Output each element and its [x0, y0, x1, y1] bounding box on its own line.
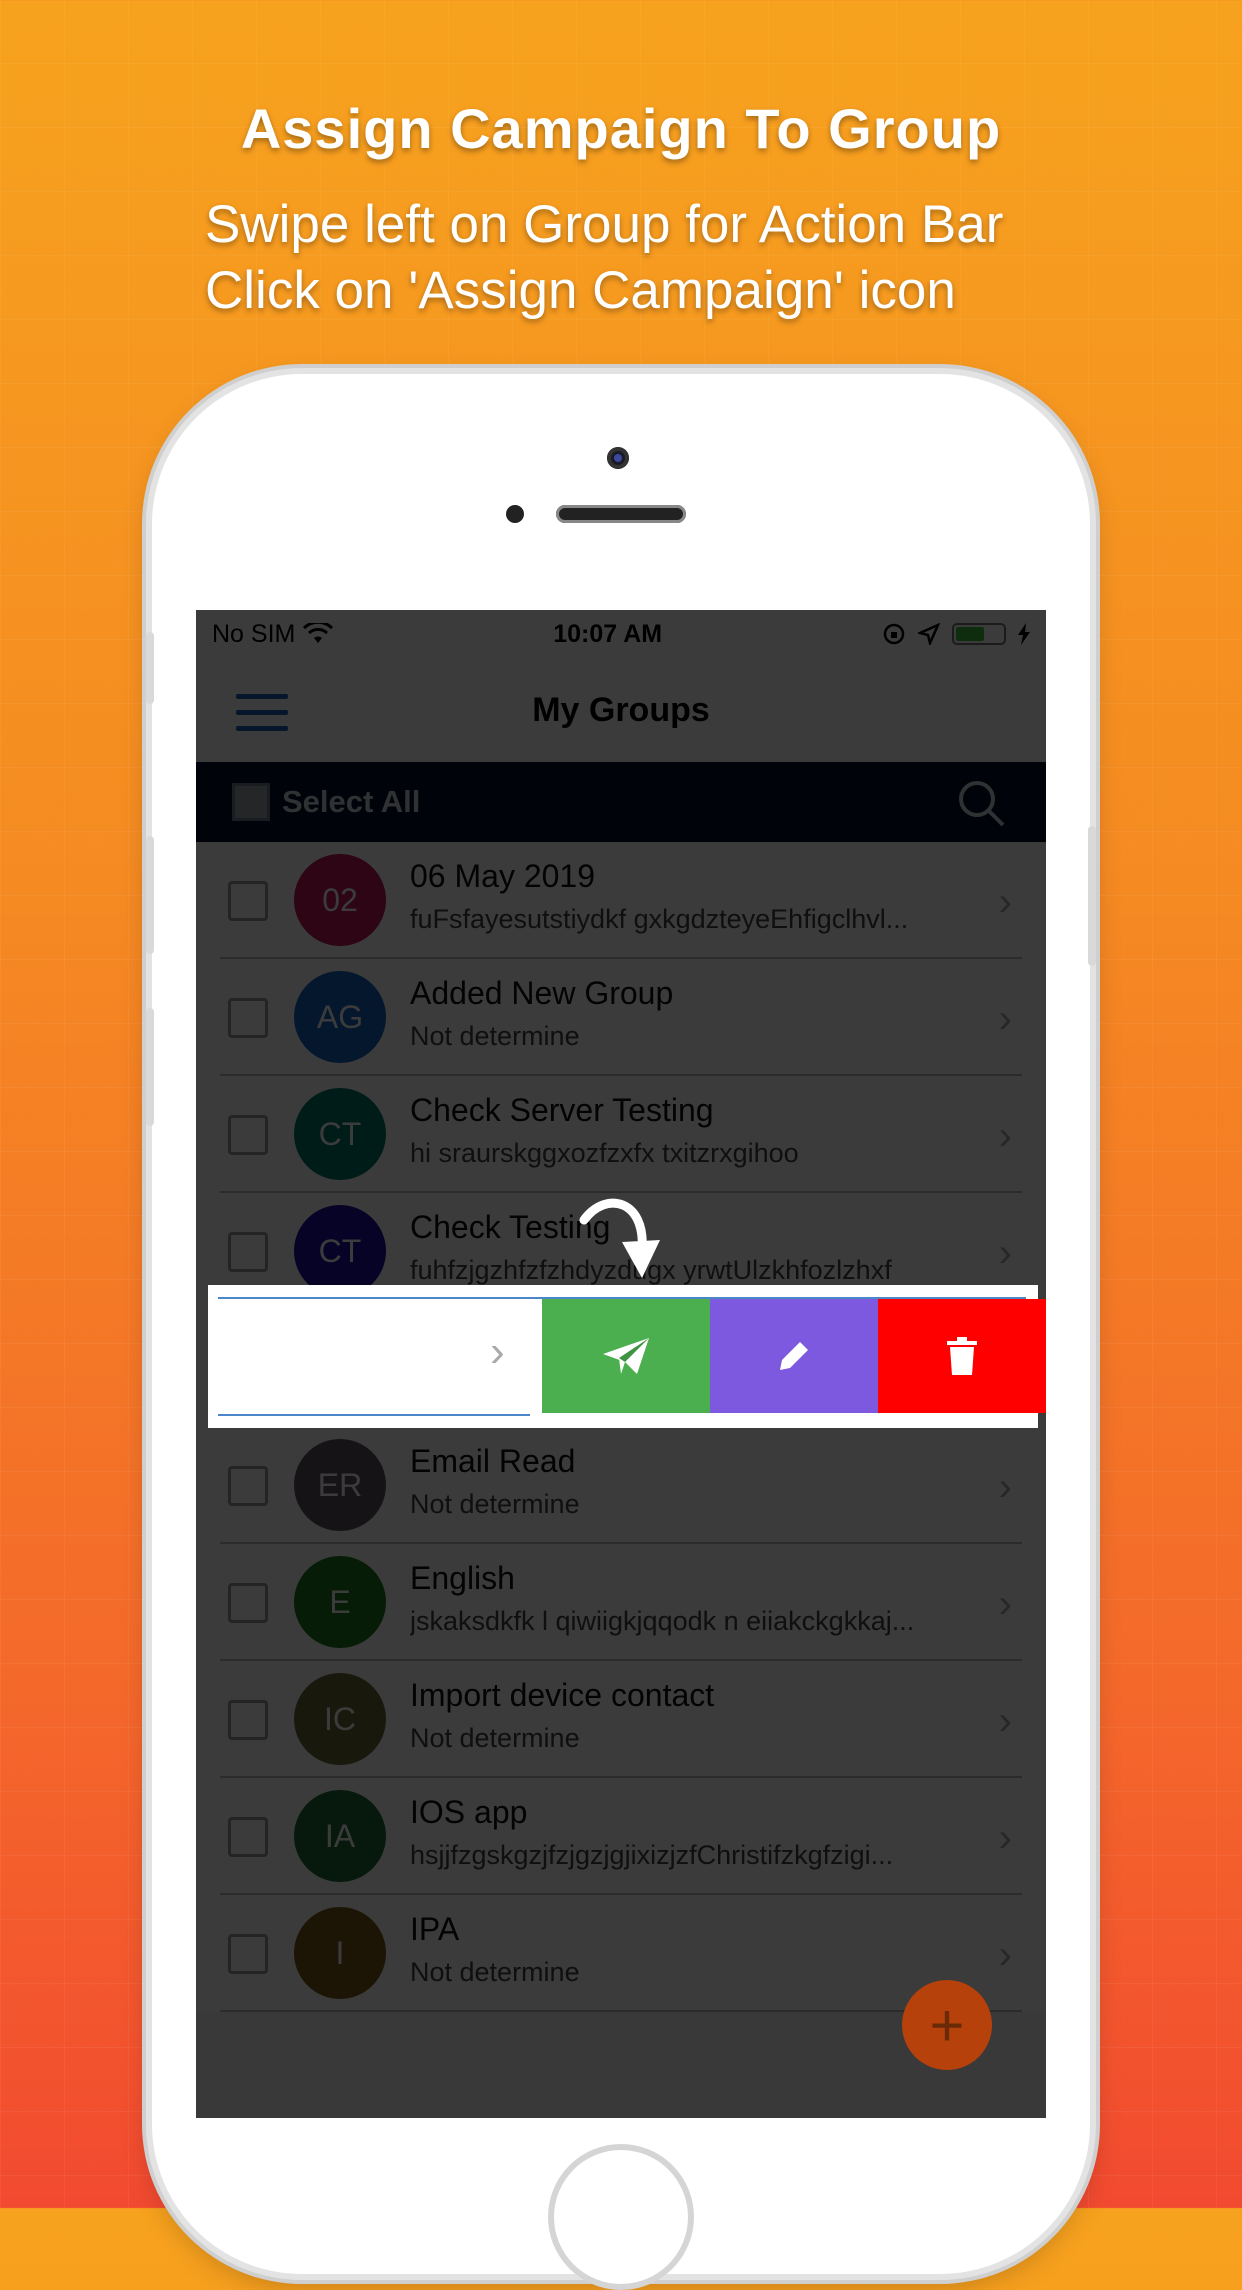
menu-icon[interactable] [236, 694, 288, 734]
delete-group-button[interactable] [878, 1299, 1046, 1413]
avatar: CT [294, 1088, 386, 1180]
proximity-sensor [506, 505, 524, 523]
chevron-right-icon: › [998, 1933, 1012, 1977]
select-all-checkbox[interactable] [232, 783, 270, 821]
group-subtitle: Not determine [410, 1489, 580, 1519]
home-button[interactable] [548, 2144, 694, 2290]
group-subtitle: jskaksdkfk l qiwiigkjqqodk n eiiakckgkka… [410, 1606, 915, 1636]
location-icon [917, 623, 940, 645]
group-row[interactable]: IC Import device contact Not determine › [196, 1661, 1046, 1778]
group-row[interactable]: 02 06 May 2019 fuFsfayesutstiydkf gxkgdzte… [196, 842, 1046, 959]
group-name: Check Server Testing [410, 1092, 714, 1128]
promo-instructions: Swipe left on Group for Action Bar Click… [205, 192, 1003, 324]
assign-campaign-button[interactable] [542, 1299, 710, 1413]
avatar: E [294, 1556, 386, 1648]
group-name: IOS app [410, 1794, 528, 1830]
earpiece-speaker [556, 505, 686, 523]
group-checkbox[interactable] [228, 998, 268, 1038]
group-row[interactable]: CT Check Server Testing hi sraurskggxozfzx… [196, 1076, 1046, 1193]
edit-group-button[interactable] [710, 1299, 878, 1413]
group-checkbox[interactable] [228, 1817, 268, 1857]
group-subtitle: hsjjfzgskgzjfzjgzjgjixizjzfChristifzkgfz… [410, 1840, 894, 1870]
chevron-right-icon: › [998, 1465, 1012, 1509]
pencil-icon [780, 1342, 808, 1370]
avatar: IA [294, 1790, 386, 1882]
curved-arrow-icon [579, 1198, 660, 1278]
group-name: English [410, 1560, 515, 1596]
avatar: ER [294, 1439, 386, 1531]
group-checkbox[interactable] [228, 1232, 268, 1272]
chevron-right-icon: › [998, 1699, 1012, 1743]
group-name: IPA [410, 1911, 460, 1947]
group-checkbox[interactable] [228, 1583, 268, 1623]
chevron-right-icon: › [998, 1582, 1012, 1626]
chevron-right-icon: › [998, 997, 1012, 1041]
group-checkbox[interactable] [228, 1115, 268, 1155]
page-title: My Groups [532, 690, 710, 729]
avatar: IC [294, 1673, 386, 1765]
avatar: CT [294, 1205, 386, 1297]
chevron-right-icon: › [998, 1114, 1012, 1158]
group-row[interactable]: IA IOS app hsjjfzgskgzjfzjgzjgjixizjzfChri… [196, 1778, 1046, 1895]
status-bar: No SIM 10:07 AM [196, 610, 1046, 658]
group-name: Email Read [410, 1443, 576, 1479]
phone-mute-switch [146, 632, 154, 704]
chevron-right-icon: › [998, 1816, 1012, 1860]
add-group-button[interactable]: + [902, 1980, 992, 2070]
group-checkbox[interactable] [228, 1466, 268, 1506]
rotation-lock-icon [883, 623, 905, 645]
avatar: AG [294, 971, 386, 1063]
chevron-right-icon: › [998, 1231, 1012, 1275]
group-row[interactable]: AG Added New Group Not determine › [196, 959, 1046, 1076]
chevron-right-icon: › [998, 880, 1012, 924]
clock: 10:07 AM [553, 619, 663, 648]
group-name: Import device contact [410, 1677, 715, 1713]
group-subtitle: fuFsfayesutstiydkf gxkgdzteyeEhfigclhvl.… [410, 904, 909, 934]
group-checkbox[interactable] [228, 1934, 268, 1974]
phone-volume-up [146, 836, 154, 954]
group-subtitle: Not determine [410, 1021, 580, 1051]
wifi-icon [303, 623, 334, 643]
search-icon[interactable] [956, 778, 1006, 828]
avatar: I [294, 1907, 386, 1999]
front-camera [607, 447, 629, 469]
group-subtitle: Not determine [410, 1957, 580, 1987]
plus-icon: + [929, 1991, 965, 2059]
group-subtitle: Not determine [410, 1723, 580, 1753]
group-row[interactable]: E English jskaksdkfk l qiwiigkjqqodk n eii… [196, 1544, 1046, 1661]
paper-plane-icon [603, 1338, 649, 1374]
charging-icon [1017, 623, 1030, 645]
promo-headline: Assign Campaign To Group [240, 97, 1002, 160]
phone-volume-down [146, 1008, 154, 1126]
app-screen: No SIM 10:07 AM My Groups Select All 02 0… [196, 610, 1046, 2118]
instruction-line-1: Swipe left on Group for Action Bar [205, 195, 1004, 254]
group-name: 06 May 2019 [410, 858, 596, 894]
select-all-label: Select All [282, 784, 421, 819]
group-subtitle: hi sraurskggxozfzxfx txitzrxgihoo [410, 1138, 799, 1168]
phone-power-button [1088, 826, 1096, 966]
group-checkbox[interactable] [228, 1700, 268, 1740]
navigation-bar: My Groups [196, 658, 1046, 762]
group-checkbox[interactable] [228, 881, 268, 921]
select-all-bar: Select All [196, 762, 1046, 842]
instruction-line-2: Click on 'Assign Campaign' icon [205, 261, 956, 320]
battery-icon [951, 623, 1006, 645]
carrier-label: No SIM [212, 619, 296, 648]
trash-icon [947, 1337, 977, 1375]
chevron-right-icon: › [490, 1327, 505, 1376]
swiped-group-row[interactable]: › [208, 1285, 1046, 1428]
group-name: Added New Group [410, 975, 674, 1011]
avatar: 02 [294, 854, 386, 946]
group-row[interactable]: ER Email Read Not determine › [196, 1427, 1046, 1544]
